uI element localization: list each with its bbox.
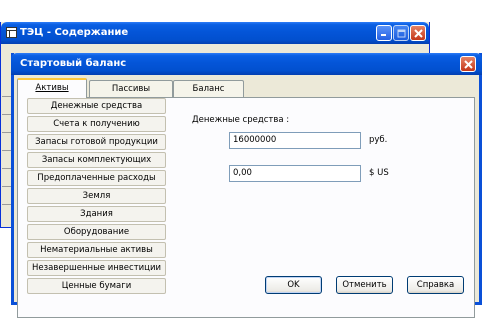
main-window-title: ТЭЦ - Содержание <box>20 27 129 38</box>
rub-amount-field[interactable]: 16000000 <box>229 132 361 149</box>
asset-item-cash[interactable]: Денежные средства <box>27 98 166 114</box>
asset-item-components[interactable]: Запасы комплектующих <box>27 152 166 168</box>
ok-button[interactable]: OK <box>265 276 322 294</box>
dialog-close-button[interactable] <box>460 56 476 72</box>
tab-label: Баланс <box>192 84 225 94</box>
ok-label: OK <box>287 280 300 290</box>
maximize-button[interactable] <box>393 25 409 41</box>
tab-liabilities[interactable]: Пассивы <box>89 80 173 97</box>
app-icon <box>6 27 17 41</box>
asset-item-label: Ценные бумаги <box>61 281 132 291</box>
asset-item-equipment[interactable]: Оборудование <box>27 224 166 240</box>
asset-item-label: Нематериальные активы <box>40 245 153 255</box>
help-button[interactable]: Справка <box>407 276 464 294</box>
asset-item-label: Запасы готовой продукции <box>35 137 158 147</box>
tab-label: Пассивы <box>111 84 151 94</box>
asset-item-label: Здания <box>80 209 113 219</box>
start-balance-dialog: Стартовый баланс Активы Пассивы Баланс Д… <box>11 53 482 318</box>
asset-item-label: Денежные средства <box>50 101 143 111</box>
main-window-titlebar[interactable]: ТЭЦ - Содержание <box>1 22 429 44</box>
asset-item-securities[interactable]: Ценные бумаги <box>27 278 166 294</box>
tab-label: Активы <box>35 83 69 93</box>
close-button[interactable] <box>410 25 426 41</box>
close-icon <box>413 28 423 38</box>
asset-item-prepaid[interactable]: Предоплаченные расходы <box>27 170 166 186</box>
help-label: Справка <box>416 280 455 290</box>
asset-item-finished-goods[interactable]: Запасы готовой продукции <box>27 134 166 150</box>
asset-item-buildings[interactable]: Здания <box>27 206 166 222</box>
cash-section-label: Денежные средства : <box>192 115 290 125</box>
maximize-icon <box>397 29 405 37</box>
usd-amount-field[interactable]: 0,00 <box>229 165 361 182</box>
dialog-title: Стартовый баланс <box>20 58 127 69</box>
asset-item-label: Незавершенные инвестиции <box>31 263 162 273</box>
dialog-body: Активы Пассивы Баланс Денежные средства … <box>14 75 479 318</box>
close-icon <box>463 59 473 69</box>
cancel-label: Отменить <box>342 280 387 290</box>
asset-item-intangibles[interactable]: Нематериальные активы <box>27 242 166 258</box>
cancel-button[interactable]: Отменить <box>336 276 393 294</box>
asset-item-land[interactable]: Земля <box>27 188 166 204</box>
minimize-button[interactable] <box>376 25 392 41</box>
asset-item-label: Счета к получению <box>53 119 140 129</box>
asset-item-label: Оборудование <box>63 227 130 237</box>
asset-item-receivables[interactable]: Счета к получению <box>27 116 166 132</box>
usd-unit-label: $ US <box>369 168 389 178</box>
asset-item-label: Предоплаченные расходы <box>37 173 156 183</box>
tab-balance[interactable]: Баланс <box>173 80 244 97</box>
dialog-titlebar[interactable]: Стартовый баланс <box>11 53 482 75</box>
minimize-icon <box>381 34 386 36</box>
asset-item-label: Запасы комплектующих <box>41 155 152 165</box>
rub-unit-label: руб. <box>369 135 388 145</box>
asset-item-construction[interactable]: Незавершенные инвестиции <box>27 260 166 276</box>
asset-item-label: Земля <box>82 191 111 201</box>
tab-assets[interactable]: Активы <box>17 78 87 98</box>
